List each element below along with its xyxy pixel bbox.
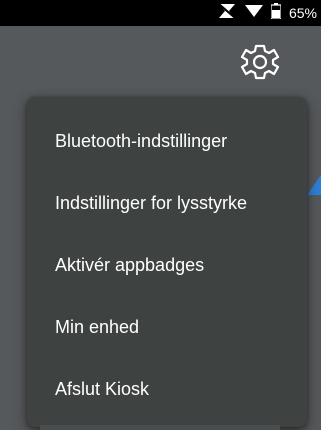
menu-item-brightness[interactable]: Indstillinger for lysstyrke [27, 177, 307, 229]
battery-icon [270, 2, 282, 24]
menu-item-exit-kiosk[interactable]: Afslut Kiosk [27, 363, 307, 415]
no-sim-icon [217, 2, 237, 25]
status-icons: 65% [217, 0, 317, 26]
menu-item-my-device[interactable]: Min enhed [27, 301, 307, 353]
accent-indicator [307, 175, 321, 195]
overflow-menu: Bluetooth-indstillinger Indstillinger fo… [27, 97, 307, 427]
battery-percent: 65% [288, 5, 317, 21]
menu-item-bluetooth[interactable]: Bluetooth-indstillinger [27, 115, 307, 167]
menu-item-app-badges[interactable]: Aktivér appbadges [27, 239, 307, 291]
wifi-icon [244, 4, 263, 23]
bottom-content-strip [40, 425, 280, 430]
gear-icon[interactable] [238, 40, 282, 84]
status-bar: 65% [0, 0, 321, 26]
